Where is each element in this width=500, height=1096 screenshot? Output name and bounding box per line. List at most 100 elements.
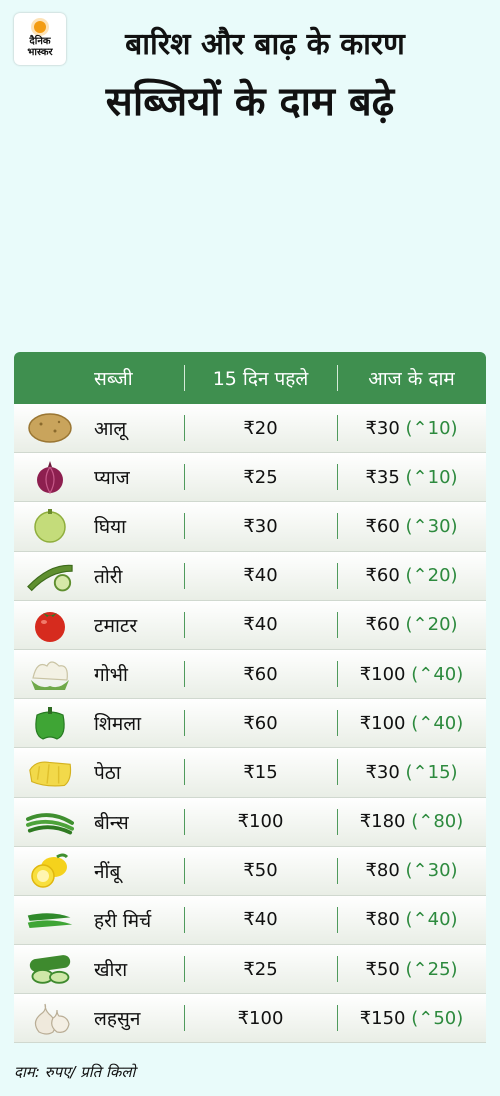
table-row: बीन्स ₹100 ₹180 (⌃80) <box>14 797 486 847</box>
headline-main: सब्जियों के दाम बढ़े <box>105 79 395 125</box>
price-now-cell: ₹60 (⌃20) <box>337 562 486 589</box>
price-now-cell: ₹80 (⌃30) <box>337 857 486 884</box>
table-row: तोरी ₹40 ₹60 (⌃20) <box>14 551 486 601</box>
vegetable-cell: लहसुन <box>14 1000 184 1036</box>
vegetable-name: घिया <box>94 516 127 539</box>
garlic-icon <box>26 1000 74 1036</box>
price-now-cell: ₹180 (⌃80) <box>337 808 486 835</box>
price-before: ₹40 <box>184 611 337 638</box>
price-now-cell: ₹60 (⌃20) <box>337 611 486 638</box>
beans-icon <box>26 804 74 840</box>
price-now: ₹180 <box>359 811 406 833</box>
price-increase: (⌃40) <box>411 663 464 685</box>
green-chilli-icon <box>26 902 74 938</box>
vegetable-cell: खीरा <box>14 951 184 987</box>
price-now-cell: ₹30 (⌃10) <box>337 415 486 442</box>
price-before: ₹20 <box>184 415 337 442</box>
price-now: ₹50 <box>365 958 400 980</box>
price-now: ₹80 <box>365 860 400 882</box>
price-before: ₹100 <box>184 808 337 835</box>
price-now-cell: ₹60 (⌃30) <box>337 513 486 540</box>
lemon-icon <box>26 853 74 889</box>
price-increase: (⌃50) <box>411 1007 464 1029</box>
price-before: ₹40 <box>184 562 337 589</box>
table-row: घिया ₹30 ₹60 (⌃30) <box>14 502 486 552</box>
vegetable-cell: घिया <box>14 508 184 544</box>
vegetable-cell: आलू <box>14 410 184 446</box>
vegetable-cell: गोभी <box>14 656 184 692</box>
price-now: ₹150 <box>359 1007 406 1029</box>
vegetable-cell: बीन्स <box>14 804 184 840</box>
vegetable-name: गोभी <box>94 664 128 687</box>
headline: बारिश और बाढ़ के कारण <box>125 27 405 62</box>
cucumber-icon <box>26 951 74 987</box>
price-now: ₹60 <box>365 515 400 537</box>
price-increase: (⌃20) <box>405 614 458 636</box>
price-now: ₹30 <box>365 761 400 783</box>
price-now-cell: ₹50 (⌃25) <box>337 956 486 983</box>
price-now: ₹60 <box>365 565 400 587</box>
table-row: शिमला ₹60 ₹100 (⌃40) <box>14 699 486 749</box>
ridge-gourd-icon <box>26 558 74 594</box>
price-now: ₹100 <box>359 712 406 734</box>
price-before: ₹60 <box>184 661 337 688</box>
table-header: सब्जी 15 दिन पहले आज के दाम <box>14 352 486 404</box>
vegetable-name: लहसुन <box>94 1008 141 1031</box>
table-row: लहसुन ₹100 ₹150 (⌃50) <box>14 994 486 1044</box>
price-increase: (⌃20) <box>405 565 458 587</box>
price-now-cell: ₹100 (⌃40) <box>337 661 486 688</box>
price-now: ₹80 <box>365 909 400 931</box>
price-increase: (⌃10) <box>405 466 458 488</box>
price-before: ₹30 <box>184 513 337 540</box>
vegetable-cell: शिमला <box>14 705 184 741</box>
vegetable-name: नींबू <box>94 860 121 883</box>
vegetable-name: पेठा <box>94 762 121 785</box>
price-now: ₹30 <box>365 417 400 439</box>
price-now-cell: ₹30 (⌃15) <box>337 759 486 786</box>
vegetable-name: हरी मिर्च <box>94 909 152 932</box>
price-increase: (⌃40) <box>411 712 464 734</box>
header-vegetable: सब्जी <box>94 368 133 390</box>
price-increase: (⌃40) <box>405 909 458 931</box>
price-increase: (⌃10) <box>405 417 458 439</box>
capsicum-icon <box>26 705 74 741</box>
price-before: ₹25 <box>184 956 337 983</box>
price-before: ₹15 <box>184 759 337 786</box>
vegetable-name: बीन्स <box>94 811 129 834</box>
vegetable-cell: टमाटर <box>14 607 184 643</box>
vegetable-name: प्याज <box>94 467 130 490</box>
price-increase: (⌃15) <box>405 761 458 783</box>
vegetable-name: खीरा <box>94 959 128 982</box>
price-before: ₹40 <box>184 906 337 933</box>
table-row: पेठा ₹15 ₹30 (⌃15) <box>14 748 486 798</box>
price-now-cell: ₹100 (⌃40) <box>337 710 486 737</box>
price-table: सब्जी 15 दिन पहले आज के दाम आलू ₹20 ₹30 (⌃… <box>14 352 486 1044</box>
price-increase: (⌃25) <box>405 958 458 980</box>
vegetable-cell: तोरी <box>14 558 184 594</box>
onion-icon <box>26 459 74 495</box>
table-row: खीरा ₹25 ₹50 (⌃25) <box>14 945 486 995</box>
price-increase: (⌃30) <box>405 515 458 537</box>
vegetable-name: आलू <box>94 418 127 441</box>
table-row: प्याज ₹25 ₹35 (⌃10) <box>14 453 486 503</box>
price-increase: (⌃30) <box>405 860 458 882</box>
price-now: ₹100 <box>359 663 406 685</box>
table-row: गोभी ₹60 ₹100 (⌃40) <box>14 649 486 700</box>
table-row: टमाटर ₹40 ₹60 (⌃20) <box>14 600 486 650</box>
vegetable-name: टमाटर <box>94 614 138 637</box>
vegetable-name: शिमला <box>94 713 142 736</box>
potato-icon <box>26 410 74 446</box>
footnote: दाम: रुपए/ प्रति किलो <box>14 1063 136 1081</box>
price-before: ₹60 <box>184 710 337 737</box>
price-now: ₹35 <box>365 466 400 488</box>
cauliflower-icon <box>26 656 74 692</box>
ash-gourd-icon <box>26 754 74 790</box>
price-now-cell: ₹35 (⌃10) <box>337 464 486 491</box>
vegetable-name: तोरी <box>94 565 123 588</box>
vegetable-cell: पेठा <box>14 754 184 790</box>
vegetable-cell: हरी मिर्च <box>14 902 184 938</box>
header-now: आज के दाम <box>337 365 486 391</box>
price-before: ₹25 <box>184 464 337 491</box>
header-before: 15 दिन पहले <box>184 365 337 391</box>
tomato-icon <box>26 607 74 643</box>
